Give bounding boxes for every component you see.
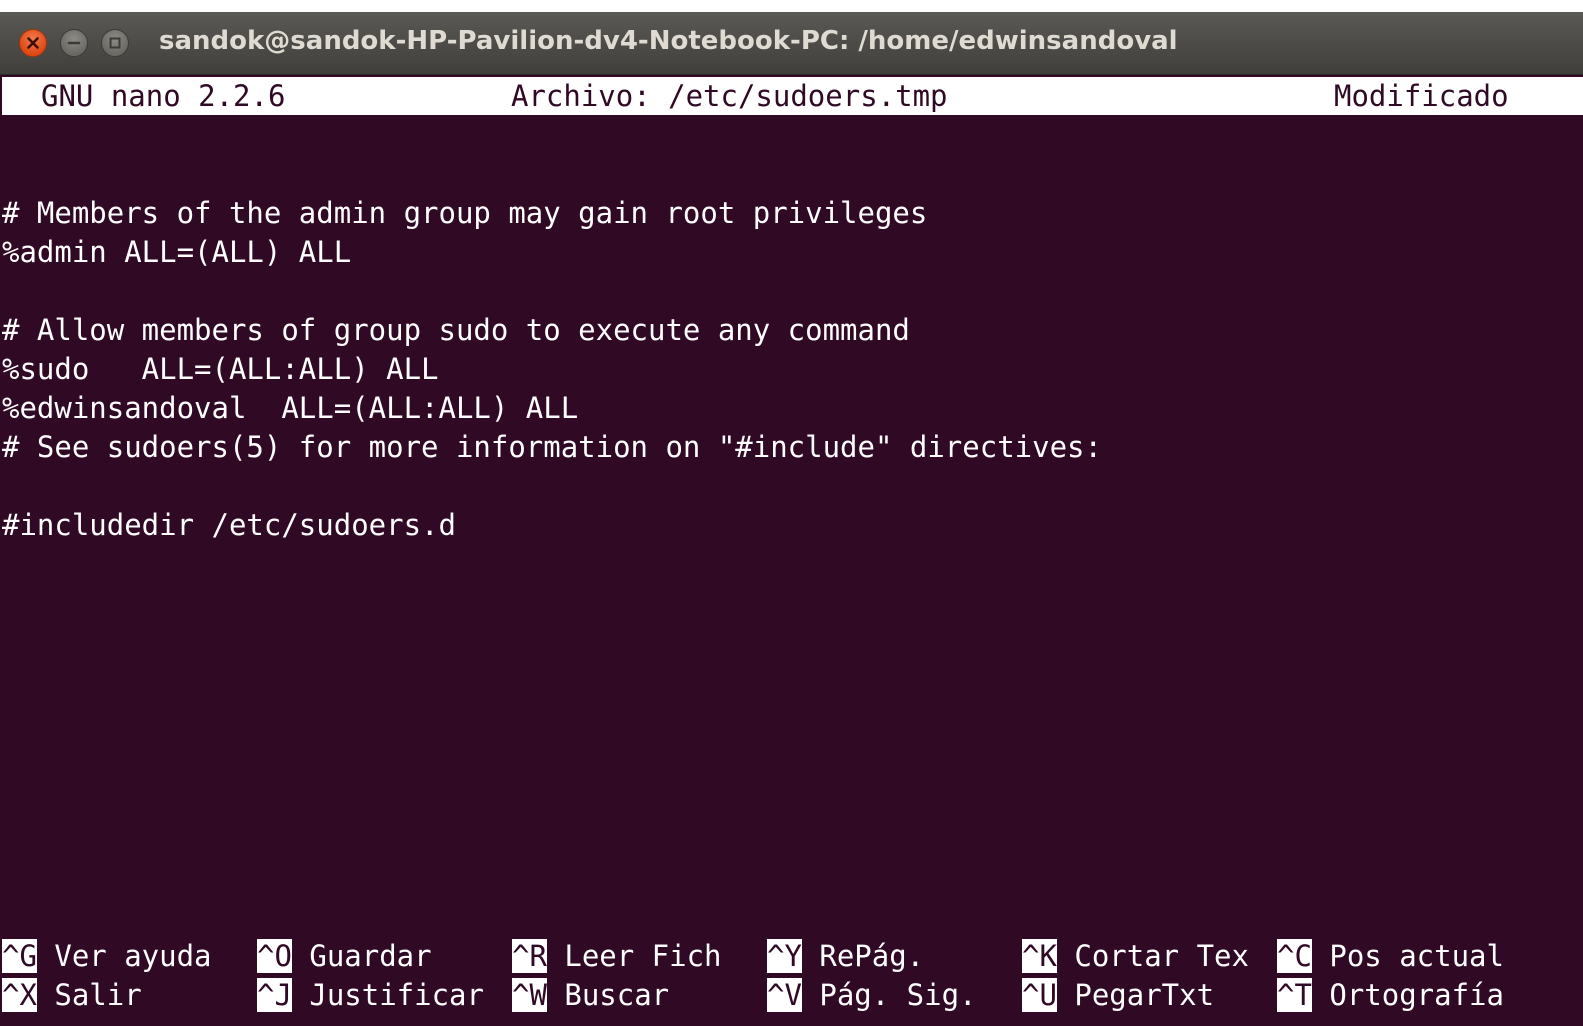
shortcut-label: Pág. Sig. xyxy=(801,978,977,1012)
shortcut-spell-check[interactable]: ^T Ortografía xyxy=(1277,976,1504,1015)
shortcut-cut-text[interactable]: ^K Cortar Tex xyxy=(1022,937,1249,976)
nano-header-bar: GNU nano 2.2.6 Archivo: /etc/sudoers.tmp… xyxy=(2,77,1583,115)
shortcut-exit[interactable]: ^X Salir xyxy=(2,976,142,1015)
terminal-window: sandok@sandok-HP-Pavilion-dv4-Notebook-P… xyxy=(0,12,1583,1026)
shortcut-prev-page[interactable]: ^Y RePág. xyxy=(767,937,924,976)
shortcut-key: ^U xyxy=(1022,978,1057,1012)
shortcut-key: ^J xyxy=(257,978,292,1012)
minimize-icon xyxy=(67,41,81,45)
title-bar[interactable]: sandok@sandok-HP-Pavilion-dv4-Notebook-P… xyxy=(0,12,1583,75)
terminal-area[interactable]: GNU nano 2.2.6 Archivo: /etc/sudoers.tmp… xyxy=(0,75,1583,1026)
shortcut-next-page[interactable]: ^V Pág. Sig. xyxy=(767,976,977,1015)
shortcut-label: PegarTxt xyxy=(1056,978,1215,1012)
editor-line[interactable]: #includedir /etc/sudoers.d xyxy=(2,506,456,545)
editor-line[interactable]: %admin ALL=(ALL) ALL xyxy=(2,233,351,272)
shortcut-label: Salir xyxy=(36,978,142,1012)
shortcut-key: ^O xyxy=(257,939,292,973)
editor-line[interactable]: # Allow members of group sudo to execute… xyxy=(2,311,910,350)
shortcut-label: Justificar xyxy=(291,978,484,1012)
nano-version: GNU nano 2.2.6 xyxy=(41,79,286,113)
editor-line[interactable]: # See sudoers(5) for more information on… xyxy=(2,428,1102,467)
window-title: sandok@sandok-HP-Pavilion-dv4-Notebook-P… xyxy=(159,26,1178,56)
close-button[interactable] xyxy=(19,29,47,57)
shortcut-key: ^K xyxy=(1022,939,1057,973)
shortcut-key: ^V xyxy=(767,978,802,1012)
shortcut-cursor-pos[interactable]: ^C Pos actual xyxy=(1277,937,1504,976)
editor-line[interactable]: %sudo ALL=(ALL:ALL) ALL xyxy=(2,350,439,389)
shortcut-label: RePág. xyxy=(801,939,925,973)
shortcut-key: ^Y xyxy=(767,939,802,973)
shortcut-key: ^R xyxy=(512,939,547,973)
editor-line[interactable]: # Members of the admin group may gain ro… xyxy=(2,194,927,233)
shortcut-label: Cortar Tex xyxy=(1056,939,1249,973)
maximize-button[interactable] xyxy=(101,29,129,57)
shortcut-label: Pos actual xyxy=(1311,939,1504,973)
nano-status: Modificado xyxy=(1334,79,1509,113)
shortcut-search[interactable]: ^W Buscar xyxy=(512,976,669,1015)
editor-line[interactable]: %edwinsandoval ALL=(ALL:ALL) ALL xyxy=(2,389,578,428)
close-icon xyxy=(27,37,39,49)
shortcut-help[interactable]: ^G Ver ayuda xyxy=(2,937,212,976)
shortcut-label: Ortografía xyxy=(1311,978,1504,1012)
nano-filename: Archivo: /etc/sudoers.tmp xyxy=(511,79,948,113)
shortcut-paste-text[interactable]: ^U PegarTxt xyxy=(1022,976,1214,1015)
shortcut-key: ^W xyxy=(512,978,547,1012)
minimize-button[interactable] xyxy=(60,29,88,57)
shortcut-key: ^G xyxy=(2,939,37,973)
shortcut-label: Guardar xyxy=(291,939,432,973)
shortcut-justify[interactable]: ^J Justificar xyxy=(257,976,484,1015)
shortcut-key: ^C xyxy=(1277,939,1312,973)
shortcut-label: Ver ayuda xyxy=(36,939,212,973)
shortcut-save[interactable]: ^O Guardar xyxy=(257,937,432,976)
shortcut-read-file[interactable]: ^R Leer Fich xyxy=(512,937,722,976)
shortcut-key: ^X xyxy=(2,978,37,1012)
shortcut-key: ^T xyxy=(1277,978,1312,1012)
shortcut-label: Leer Fich xyxy=(546,939,722,973)
shortcut-label: Buscar xyxy=(546,978,670,1012)
maximize-icon xyxy=(109,37,121,49)
